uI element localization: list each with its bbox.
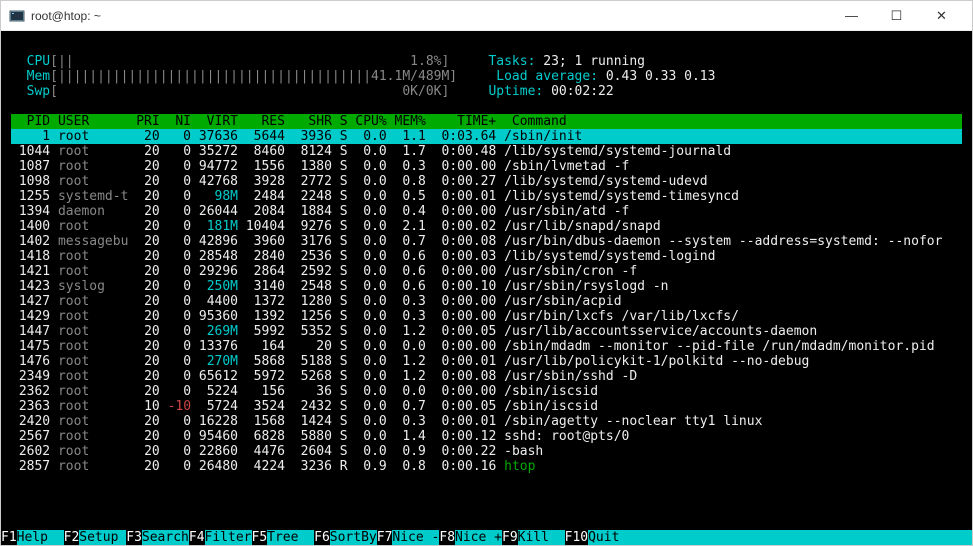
process-row[interactable]: 2420 root 20 0 16228 1568 1424 S 0.0 0.3… [11,414,962,429]
cpu-meter-bar: [|| 1.8%] [50,54,449,69]
uptime-label: Uptime: [488,84,551,99]
terminal[interactable]: CPU[|| 1.8%] Tasks: 23; 1 running Mem[||… [1,31,972,545]
fkey-F7[interactable]: F7 [377,530,393,545]
fkey-F10[interactable]: F10 [565,530,588,545]
process-row[interactable]: 1255 systemd-t 20 0 98M 2484 2248 S 0.0 … [11,189,962,204]
process-row[interactable]: 2349 root 20 0 65612 5972 5268 S 0.0 1.2… [11,369,962,384]
minimize-button[interactable]: — [829,1,874,31]
process-row[interactable]: 1427 root 20 0 4400 1372 1280 S 0.0 0.3 … [11,294,962,309]
column-header-row[interactable]: PID USER PRI NI VIRT RES SHR S CPU% MEM%… [11,114,962,129]
flabel-F2[interactable]: Setup [79,530,126,545]
process-row[interactable]: 1394 daemon 20 0 26044 2084 1884 S 0.0 0… [11,204,962,219]
flabel-F3[interactable]: Search [142,530,189,545]
process-row[interactable]: 1400 root 20 0 181M 10404 9276 S 0.0 2.1… [11,219,962,234]
flabel-F6[interactable]: SortBy [330,530,377,545]
flabel-F7[interactable]: Nice - [392,530,439,545]
process-row[interactable]: 1418 root 20 0 28548 2840 2536 S 0.0 0.6… [11,249,962,264]
app-window: root@htop: ~ — ☐ ✕ CPU[|| 1.8%] Tasks: 2… [0,0,973,546]
flabel-F5[interactable]: Tree [267,530,314,545]
flabel-F10[interactable]: Quit [588,530,619,545]
flabel-F1[interactable]: Help [17,530,64,545]
process-row[interactable]: 2363 root 10 -10 5724 3524 2432 S 0.0 0.… [11,399,962,414]
process-row[interactable]: 1447 root 20 0 269M 5992 5352 S 0.0 1.2 … [11,324,962,339]
swp-meter-label: Swp [27,84,50,99]
process-list[interactable]: 1 root 20 0 37636 5644 3936 S 0.0 1.1 0:… [11,129,962,474]
process-row[interactable]: 1476 root 20 0 270M 5868 5188 S 0.0 1.2 … [11,354,962,369]
process-row[interactable]: 1475 root 20 0 13376 164 20 S 0.0 0.0 0:… [11,339,962,354]
process-row[interactable]: 1 root 20 0 37636 5644 3936 S 0.0 1.1 0:… [11,129,962,144]
uptime-value: 00:02:22 [551,84,614,99]
flabel-F9[interactable]: Kill [518,530,565,545]
process-row[interactable]: 2602 root 20 0 22860 4476 2604 S 0.0 0.9… [11,444,962,459]
flabel-F4[interactable]: Filter [205,530,252,545]
process-row[interactable]: 1429 root 20 0 95360 1392 1256 S 0.0 0.3… [11,309,962,324]
process-row[interactable]: 1421 root 20 0 29296 2864 2592 S 0.0 0.6… [11,264,962,279]
fkey-F5[interactable]: F5 [252,530,268,545]
cpu-meter-label: CPU [27,54,50,69]
mem-meter-bar: [|||||||||||||||||||||||||||||||||||||||… [50,69,457,84]
load-label: Load average: [496,69,606,84]
swp-meter-bar: [ 0K/0K] [50,84,449,99]
fkey-F9[interactable]: F9 [502,530,518,545]
fkey-F4[interactable]: F4 [189,530,205,545]
process-row[interactable]: 1423 syslog 20 0 250M 3140 2548 S 0.0 0.… [11,279,962,294]
load-value: 0.43 0.33 0.13 [606,69,716,84]
mem-meter-label: Mem [27,69,50,84]
fkey-F2[interactable]: F2 [64,530,80,545]
maximize-button[interactable]: ☐ [874,1,919,31]
process-row[interactable]: 2567 root 20 0 95460 6828 5880 S 0.0 1.4… [11,429,962,444]
process-row[interactable]: 1087 root 20 0 94772 1556 1380 S 0.0 0.3… [11,159,962,174]
function-key-bar[interactable]: F1Help F2Setup F3SearchF4FilterF5Tree F6… [1,530,972,545]
tasks-value: 23; 1 running [543,54,645,69]
flabel-F8[interactable]: Nice + [455,530,502,545]
process-row[interactable]: 2362 root 20 0 5224 156 36 S 0.0 0.0 0:0… [11,384,962,399]
titlebar[interactable]: root@htop: ~ — ☐ ✕ [1,1,972,31]
tasks-label: Tasks: [488,54,543,69]
fkey-F6[interactable]: F6 [314,530,330,545]
process-row[interactable]: 1098 root 20 0 42768 3928 2772 S 0.0 0.8… [11,174,962,189]
fkey-F1[interactable]: F1 [1,530,17,545]
fkey-F8[interactable]: F8 [439,530,455,545]
process-row[interactable]: 1402 messagebu 20 0 42896 3960 3176 S 0.… [11,234,962,249]
process-row[interactable]: 1044 root 20 0 35272 8460 8124 S 0.0 1.7… [11,144,962,159]
process-row[interactable]: 2857 root 20 0 26480 4224 3236 R 0.9 0.8… [11,459,962,474]
fkey-F3[interactable]: F3 [126,530,142,545]
close-button[interactable]: ✕ [919,1,964,31]
window-title: root@htop: ~ [31,9,829,23]
putty-icon [9,8,25,24]
